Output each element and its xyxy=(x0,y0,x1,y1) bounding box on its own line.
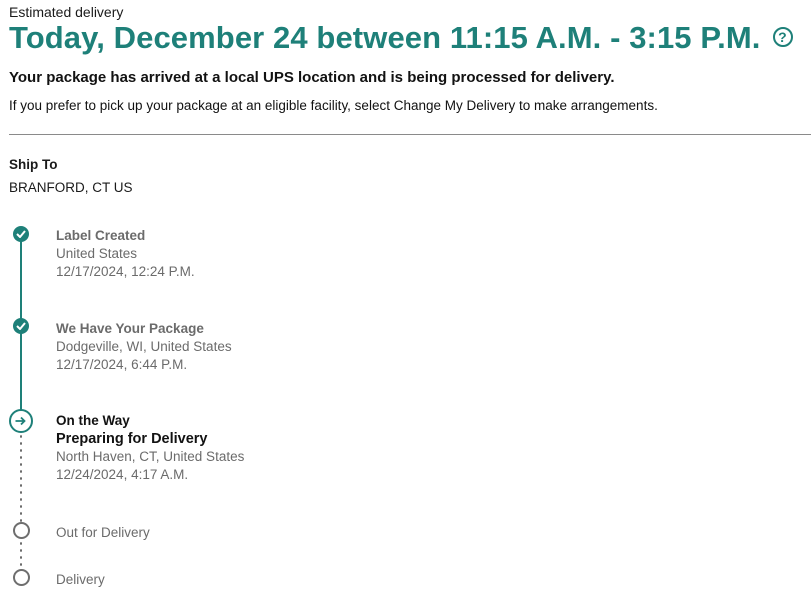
event-location: United States xyxy=(56,246,138,261)
tracking-timeline: Label Created United States 12/17/2024, … xyxy=(0,0,811,604)
empty-circle-icon xyxy=(12,522,30,539)
timeline-event-on-the-way: On the Way Preparing for Delivery North … xyxy=(56,412,244,484)
event-title: Delivery xyxy=(56,572,105,587)
timeline-remaining-line-1 xyxy=(20,433,22,523)
event-title: We Have Your Package xyxy=(56,321,204,336)
empty-circle-icon xyxy=(12,569,30,586)
event-time: 12/24/2024, 4:17 A.M. xyxy=(56,467,189,482)
event-title: Out for Delivery xyxy=(56,525,150,540)
arrow-right-circle-icon xyxy=(9,409,33,433)
event-time: 12/17/2024, 12:24 P.M. xyxy=(56,264,195,279)
timeline-remaining-line-2 xyxy=(20,540,22,570)
event-time: 12/17/2024, 6:44 P.M. xyxy=(56,357,188,372)
timeline-event-package-received: We Have Your Package Dodgeville, WI, Uni… xyxy=(56,320,232,374)
check-circle-icon xyxy=(13,318,29,334)
event-title: Label Created xyxy=(56,228,146,243)
event-location: Dodgeville, WI, United States xyxy=(56,339,232,354)
timeline-event-out-for-delivery: Out for Delivery xyxy=(56,524,150,542)
event-location: North Haven, CT, United States xyxy=(56,449,245,464)
timeline-event-label-created: Label Created United States 12/17/2024, … xyxy=(56,227,195,281)
event-subtitle: Preparing for Delivery xyxy=(56,431,208,447)
timeline-event-delivery: Delivery xyxy=(56,571,105,589)
check-circle-icon xyxy=(13,226,29,242)
event-title: On the Way xyxy=(56,413,130,428)
